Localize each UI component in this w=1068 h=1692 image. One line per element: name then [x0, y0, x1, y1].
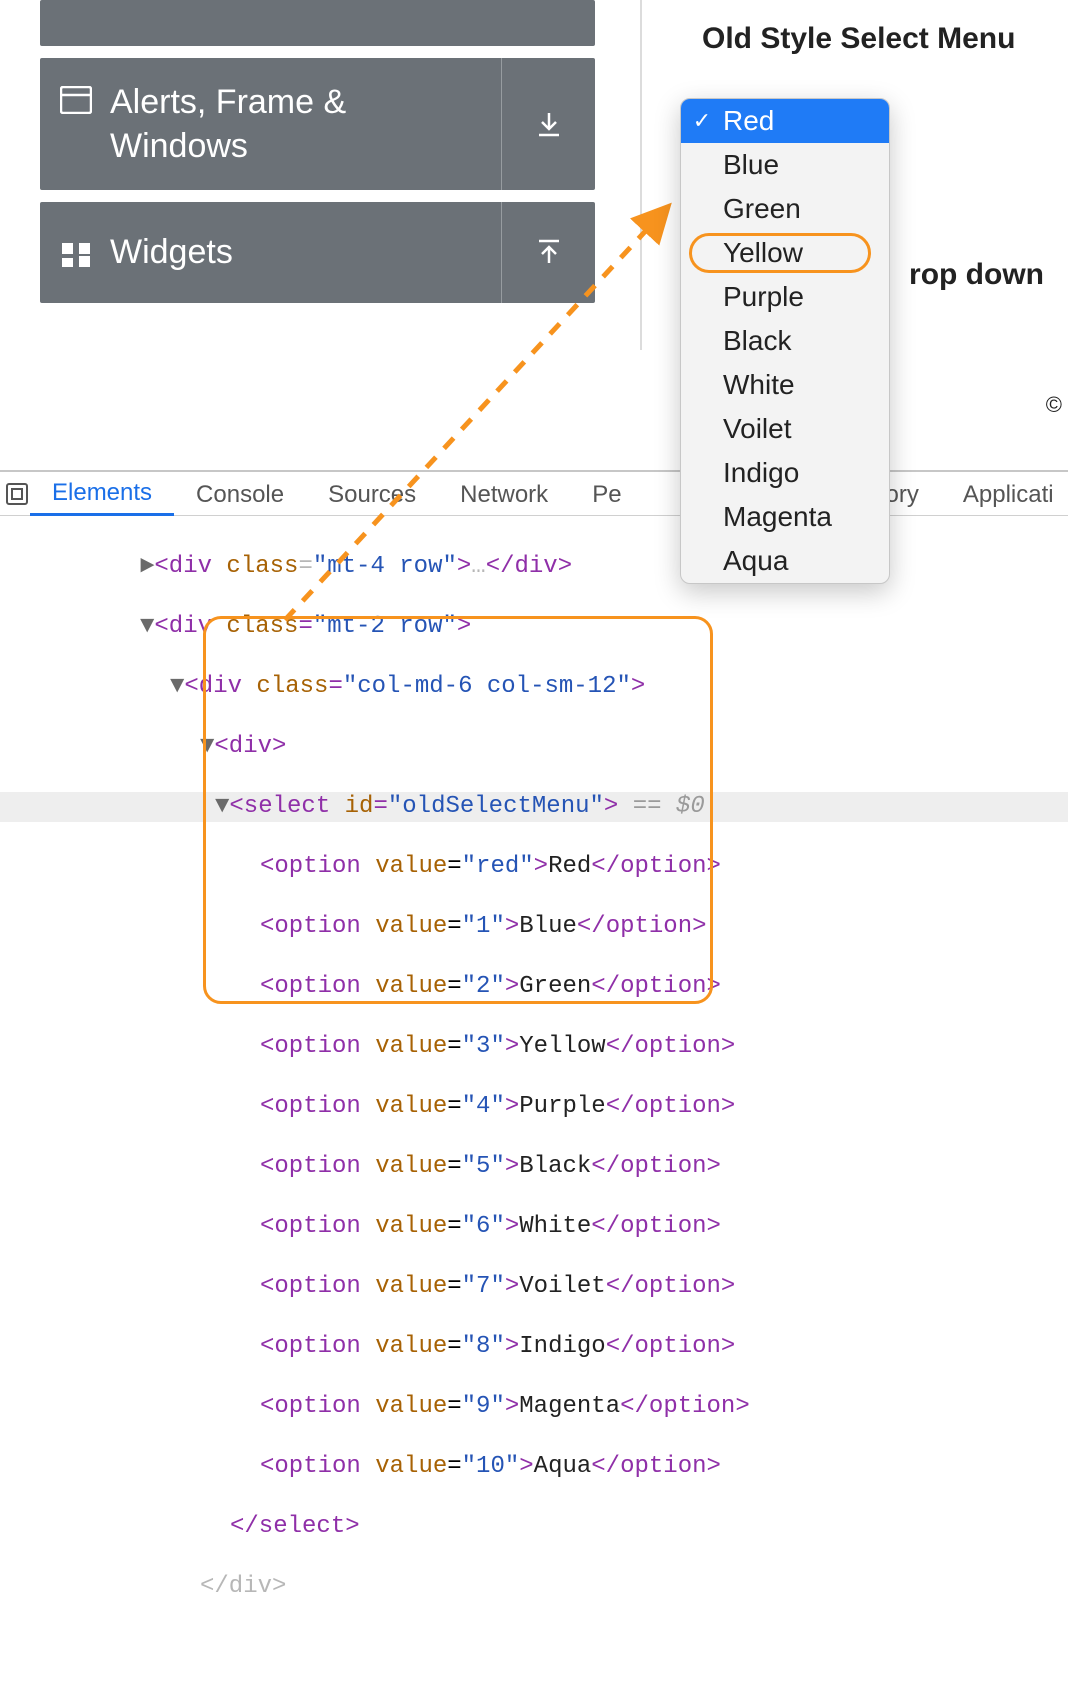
expand-icon[interactable]: ▼ — [200, 733, 214, 760]
dom-select-line[interactable]: ▼<select id="oldSelectMenu"> == $0 — [0, 792, 1068, 822]
tab-network[interactable]: Network — [438, 473, 570, 515]
panel-alerts-title: Alerts, Frame & Windows — [110, 80, 481, 168]
expand-icon[interactable]: ▼ — [215, 793, 229, 820]
dom-inner-div[interactable]: ▼<div> — [0, 732, 1068, 762]
option-black[interactable]: Black — [681, 319, 889, 363]
dom-select-close[interactable]: </select> — [0, 1512, 1068, 1542]
panel-widgets-title: Widgets — [110, 230, 233, 274]
dom-option-voilet[interactable]: <option value="7">Voilet</option> — [0, 1272, 1068, 1302]
option-voilet-label: Voilet — [723, 413, 889, 445]
option-white-label: White — [723, 369, 889, 401]
panel-widgets-toggle[interactable] — [501, 202, 595, 302]
panel-alerts-toggle[interactable] — [501, 58, 595, 190]
option-black-label: Black — [723, 325, 889, 357]
expand-icon[interactable]: ▼ — [170, 673, 184, 700]
option-aqua[interactable]: Aqua — [681, 539, 889, 583]
option-red-label: Red — [723, 105, 889, 137]
widgets-icon — [60, 241, 92, 269]
sidebar-panels: Alerts, Frame & Windows Widgets — [40, 0, 595, 315]
option-indigo[interactable]: Indigo — [681, 451, 889, 495]
select-menu-heading: Old Style Select Menu — [702, 22, 1015, 56]
panel-widgets[interactable]: Widgets — [40, 202, 595, 302]
dom-option-blue[interactable]: <option value="1">Blue</option> — [0, 912, 1068, 942]
dom-row-div[interactable]: ▼<div class="mt-2 row"> — [0, 612, 1068, 642]
expand-icon[interactable]: ▼ — [140, 613, 154, 640]
tab-performance[interactable]: Pe — [570, 473, 643, 515]
dom-option-green[interactable]: <option value="2">Green</option> — [0, 972, 1068, 1002]
option-indigo-label: Indigo — [723, 457, 889, 489]
inspect-icon[interactable] — [4, 481, 30, 507]
tab-elements[interactable]: Elements — [30, 471, 174, 516]
download-icon — [534, 109, 564, 139]
panel-alerts[interactable]: Alerts, Frame & Windows — [40, 58, 595, 190]
option-red[interactable]: ✓ Red — [681, 99, 889, 143]
dom-stub-line[interactable]: ►<div class="mt-4 row">…</div> — [0, 552, 1068, 582]
old-select-menu-popup[interactable]: ✓ Red Blue Green Yellow Purple Black Whi… — [680, 98, 890, 584]
window-icon — [60, 86, 92, 114]
tab-console[interactable]: Console — [174, 473, 306, 515]
dom-option-magenta[interactable]: <option value="9">Magenta</option> — [0, 1392, 1068, 1422]
devtools-panel: Elements Console Sources Network Pe ory … — [0, 470, 1068, 1692]
devtools-tabbar: Elements Console Sources Network Pe ory … — [0, 472, 1068, 516]
option-blue[interactable]: Blue — [681, 143, 889, 187]
option-purple-label: Purple — [723, 281, 889, 313]
option-magenta[interactable]: Magenta — [681, 495, 889, 539]
dom-option-aqua[interactable]: <option value="10">Aqua</option> — [0, 1452, 1068, 1482]
dom-option-red[interactable]: <option value="red">Red</option> — [0, 852, 1068, 882]
panel-alerts-header[interactable]: Alerts, Frame & Windows — [40, 58, 501, 190]
dropdown-partial-text: rop down — [909, 258, 1044, 292]
option-magenta-label: Magenta — [723, 501, 889, 533]
dom-option-purple[interactable]: <option value="4">Purple</option> — [0, 1092, 1068, 1122]
dom-div-close[interactable]: </div> — [0, 1572, 1068, 1602]
option-blue-label: Blue — [723, 149, 889, 181]
option-green-label: Green — [723, 193, 889, 225]
option-purple[interactable]: Purple — [681, 275, 889, 319]
dom-option-white[interactable]: <option value="6">White</option> — [0, 1212, 1068, 1242]
devtools-dom-tree[interactable]: ►<div class="mt-4 row">…</div> ▼<div cla… — [0, 516, 1068, 1692]
tab-application[interactable]: Applicati — [941, 473, 1068, 515]
option-yellow-label: Yellow — [723, 237, 889, 269]
upload-icon — [534, 237, 564, 267]
panel-widgets-header[interactable]: Widgets — [40, 202, 501, 302]
panel-collapsed-stub[interactable] — [40, 0, 595, 46]
option-white[interactable]: White — [681, 363, 889, 407]
dom-option-yellow[interactable]: <option value="3">Yellow</option> — [0, 1032, 1068, 1062]
checkmark-icon: ✓ — [681, 108, 723, 134]
column-separator — [640, 0, 642, 350]
option-green[interactable]: Green — [681, 187, 889, 231]
tab-sources[interactable]: Sources — [306, 473, 438, 515]
dom-option-black[interactable]: <option value="5">Black</option> — [0, 1152, 1068, 1182]
option-aqua-label: Aqua — [723, 545, 889, 577]
option-yellow[interactable]: Yellow — [681, 231, 889, 275]
dom-option-indigo[interactable]: <option value="8">Indigo</option> — [0, 1332, 1068, 1362]
copyright-symbol: © — [1046, 392, 1062, 418]
option-voilet[interactable]: Voilet — [681, 407, 889, 451]
dom-col-div[interactable]: ▼<div class="col-md-6 col-sm-12"> — [0, 672, 1068, 702]
